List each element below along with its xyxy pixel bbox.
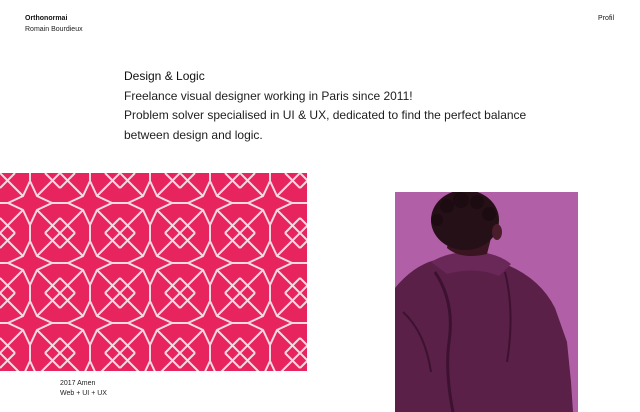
- intro-headline: Design & Logic: [124, 69, 205, 83]
- brand[interactable]: Orthonormai Romain Bourdieux: [25, 13, 83, 35]
- project-caption[interactable]: 2017 Amen Web + UI + UX: [60, 379, 107, 399]
- brand-author: Romain Bourdieux: [25, 26, 83, 33]
- geometric-pattern-image: [0, 173, 307, 371]
- project-thumbnail-amen[interactable]: [0, 173, 307, 371]
- nav-profile-link[interactable]: Profil: [598, 13, 614, 24]
- project-year-title[interactable]: 2017 Amen: [60, 379, 107, 389]
- project-tags: Web + UI + UX: [60, 390, 107, 397]
- intro-line-1: Freelance visual designer working in Par…: [124, 88, 413, 103]
- intro-line-2: Problem solver specialised in UI & UX, d…: [124, 108, 527, 122]
- intro-text: Design & Logic Freelance visual designer…: [124, 67, 564, 145]
- intro-line-3: between design and logic.: [124, 127, 263, 142]
- project-thumbnail-portrait[interactable]: [395, 192, 578, 412]
- portrait-photo-image: [395, 192, 578, 412]
- brand-name[interactable]: Orthonormai: [25, 13, 83, 24]
